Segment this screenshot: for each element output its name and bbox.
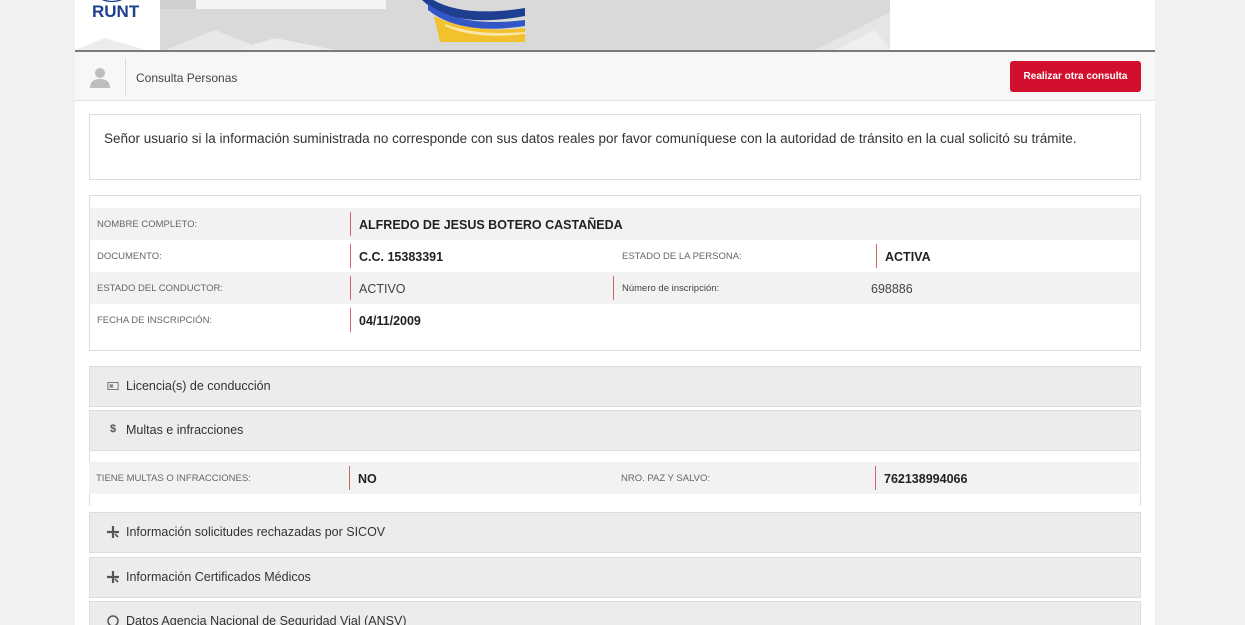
- plus-medical-icon: [107, 571, 119, 583]
- detail-row: FECHA DE INSCRIPCIÓN: 04/11/2009: [90, 304, 1140, 336]
- notice-text: Señor usuario si la información suminist…: [104, 131, 1077, 146]
- divider: [125, 58, 126, 96]
- ansv-label: Datos Agencia Nacional de Seguridad Vial…: [126, 614, 407, 625]
- divider: [349, 466, 350, 490]
- nombre-value: ALFREDO DE JESUS BOTERO CASTAÑEDA: [359, 218, 623, 232]
- flag-swoosh-graphic: [422, 0, 525, 42]
- runt-logo[interactable]: RUNT: [92, 2, 139, 22]
- new-query-button[interactable]: Realizar otra consulta: [1010, 61, 1141, 92]
- medicos-accordion[interactable]: Información Certificados Médicos: [89, 557, 1141, 598]
- medicos-label: Información Certificados Médicos: [126, 570, 311, 584]
- detail-row: ESTADO DEL CONDUCTOR: ACTIVO Número de i…: [90, 272, 1140, 304]
- page-container: RUNT Consulta Personas Realizar otra con…: [75, 0, 1155, 625]
- ansv-accordion[interactable]: Datos Agencia Nacional de Seguridad Vial…: [89, 601, 1141, 625]
- multas-label: Multas e infracciones: [126, 423, 244, 437]
- header-banner: RUNT: [75, 0, 1155, 52]
- divider: [350, 244, 351, 268]
- header-right-area: [890, 0, 1155, 50]
- paz-salvo-label: NRO. PAZ Y SALVO:: [621, 473, 711, 484]
- documento-value: C.C. 15383391: [359, 250, 444, 264]
- estado-conductor-value: ACTIVO: [359, 282, 406, 296]
- person-details-panel: NOMBRE COMPLETO: ALFREDO DE JESUS BOTERO…: [89, 195, 1141, 351]
- paz-salvo-value: 762138994066: [884, 472, 968, 486]
- detail-row: DOCUMENTO: C.C. 15383391 ESTADO DE LA PE…: [90, 240, 1140, 272]
- inscripcion-num-value: 698886: [871, 282, 913, 296]
- multas-detail-row: TIENE MULTAS O INFRACCIONES: NO NRO. PAZ…: [89, 462, 1139, 494]
- sicov-accordion[interactable]: Información solicitudes rechazadas por S…: [89, 512, 1141, 553]
- plus-medical-icon: [107, 526, 119, 538]
- divider: [350, 212, 351, 236]
- estado-persona-label: ESTADO DE LA PERSONA:: [622, 251, 742, 262]
- info-notice: Señor usuario si la información suminist…: [89, 114, 1141, 180]
- licencias-label: Licencia(s) de conducción: [126, 379, 271, 393]
- fecha-value: 04/11/2009: [359, 314, 421, 328]
- person-icon: [90, 68, 110, 88]
- multas-accordion[interactable]: $ Multas e infracciones: [89, 410, 1141, 451]
- circle-icon: [107, 615, 119, 625]
- nombre-label: NOMBRE COMPLETO:: [97, 219, 198, 230]
- estado-persona-value: ACTIVA: [885, 250, 931, 264]
- inscripcion-num-label: Número de inscripción:: [622, 283, 720, 294]
- divider: [350, 308, 351, 332]
- divider: [613, 276, 614, 300]
- estado-conductor-label: ESTADO DEL CONDUCTOR:: [97, 283, 223, 294]
- detail-row: NOMBRE COMPLETO: ALFREDO DE JESUS BOTERO…: [90, 208, 1140, 240]
- divider: [876, 244, 877, 268]
- documento-label: DOCUMENTO:: [97, 251, 162, 262]
- page-title: Consulta Personas: [136, 71, 238, 85]
- dollar-icon: $: [109, 423, 117, 435]
- fecha-label: FECHA DE INSCRIPCIÓN:: [97, 315, 213, 326]
- id-card-icon: [107, 382, 119, 390]
- divider: [350, 276, 351, 300]
- consulta-bar: Consulta Personas Realizar otra consulta: [75, 52, 1155, 101]
- sicov-label: Información solicitudes rechazadas por S…: [126, 525, 386, 539]
- tiene-multas-value: NO: [358, 472, 377, 486]
- licencias-accordion[interactable]: Licencia(s) de conducción: [89, 366, 1141, 407]
- tiene-multas-label: TIENE MULTAS O INFRACCIONES:: [96, 473, 251, 484]
- divider: [875, 466, 876, 490]
